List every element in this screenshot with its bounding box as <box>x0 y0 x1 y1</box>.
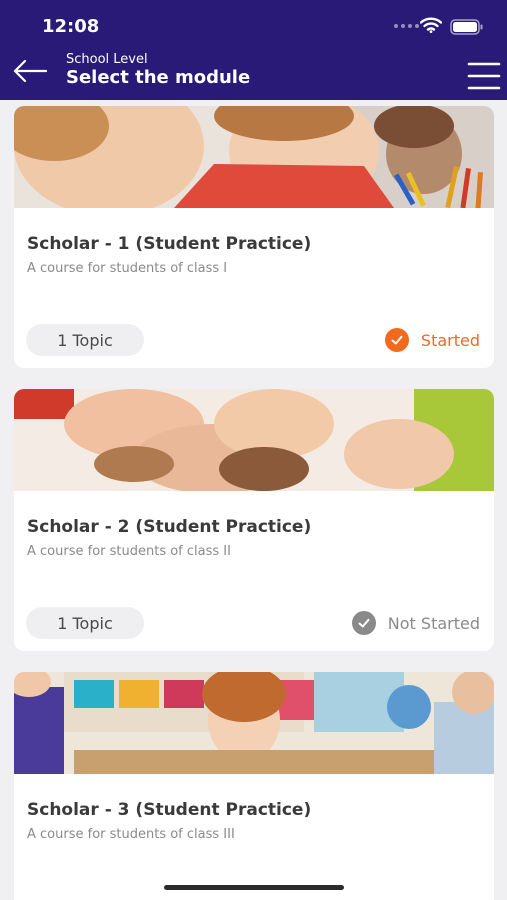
module-title: Scholar - 1 (Student Practice) <box>27 234 312 254</box>
signal-icon <box>394 24 419 28</box>
module-status: Started <box>384 328 480 352</box>
module-title: Scholar - 2 (Student Practice) <box>27 517 312 537</box>
module-3-image <box>14 672 494 774</box>
app-header: 12:08 School Level Select the module <box>0 0 507 100</box>
status-time: 12:08 <box>42 16 100 37</box>
topic-count-badge: 1 Topic <box>26 607 144 639</box>
check-circle-icon <box>351 611 376 635</box>
module-title: Scholar - 3 (Student Practice) <box>27 800 312 820</box>
page-title: Select the module <box>66 67 251 88</box>
topic-count-badge: 1 Topic <box>26 324 144 356</box>
check-circle-icon <box>384 328 409 352</box>
module-description: A course for students of class III <box>27 827 235 842</box>
wifi-icon <box>420 17 442 33</box>
battery-icon <box>450 19 483 35</box>
header-subtitle: School Level <box>66 52 148 67</box>
status-label: Started <box>420 330 480 350</box>
module-2-image <box>14 389 494 491</box>
module-status: Not Started <box>351 611 480 635</box>
menu-icon[interactable] <box>467 61 501 91</box>
module-description: A course for students of class II <box>27 544 231 559</box>
module-card-3[interactable]: Scholar - 3 (Student Practice) A course … <box>14 672 494 900</box>
home-indicator <box>164 885 344 890</box>
module-card-2[interactable]: Scholar - 2 (Student Practice) A course … <box>14 389 494 651</box>
back-arrow-icon[interactable] <box>12 58 48 84</box>
module-1-image <box>14 106 494 208</box>
module-description: A course for students of class I <box>27 261 228 276</box>
module-card-1[interactable]: Scholar - 1 (Student Practice) A course … <box>14 106 494 368</box>
status-label: Not Started <box>387 613 480 633</box>
